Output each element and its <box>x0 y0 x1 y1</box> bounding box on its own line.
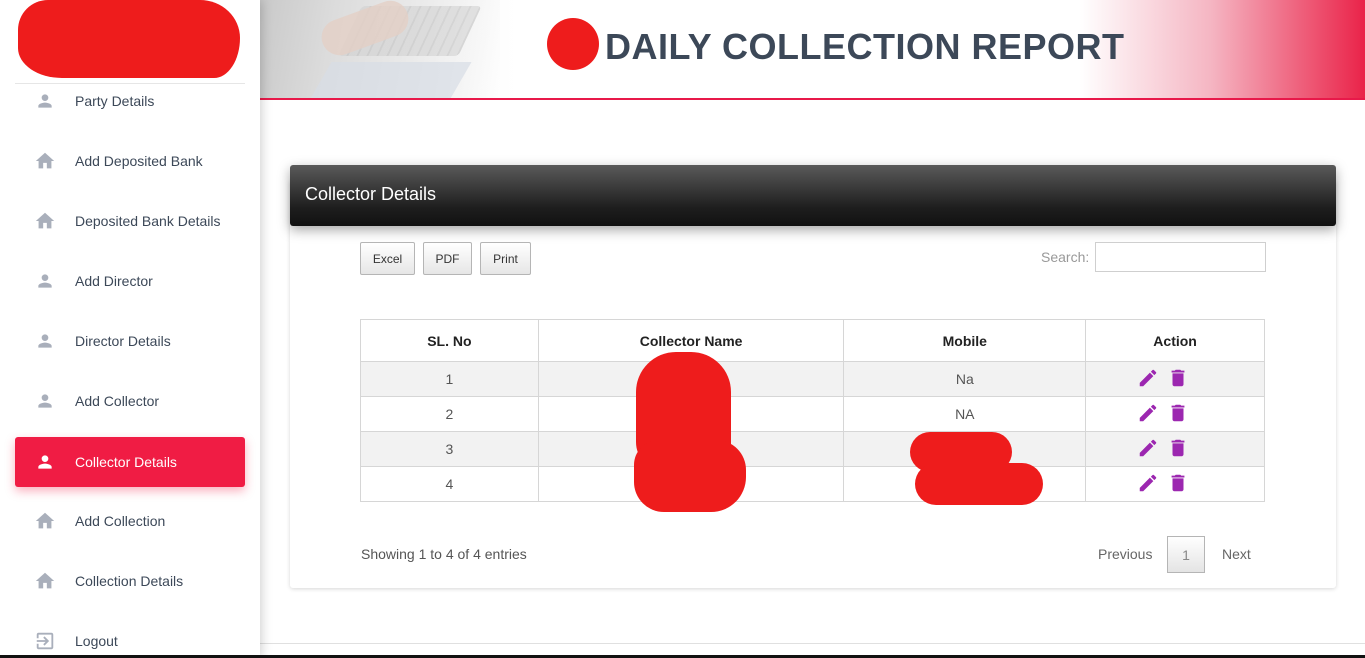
cell-action <box>1085 431 1265 467</box>
sidebar-item-label: Collection Details <box>75 573 184 589</box>
search-input[interactable] <box>1095 242 1266 272</box>
header-photo <box>260 0 500 98</box>
cell-action <box>1085 396 1265 432</box>
cell-sl-no: 3 <box>360 431 539 467</box>
column-header-mobile[interactable]: Mobile <box>843 319 1087 362</box>
home-icon <box>15 210 75 232</box>
cell-sl-no: 4 <box>360 466 539 502</box>
search-label: Search: <box>1041 249 1090 265</box>
home-icon <box>15 570 75 592</box>
redacted-mobile-block <box>915 463 1043 505</box>
sidebar-item-label: Deposited Bank Details <box>75 213 221 229</box>
person-icon <box>15 271 75 291</box>
delete-icon[interactable] <box>1167 472 1189 497</box>
table-header-row: SL. No Collector Name Mobile Action <box>360 319 1265 362</box>
redacted-logo <box>18 0 240 78</box>
sidebar-item-add-collector[interactable]: Add Collector <box>15 376 245 426</box>
card-title: Collector Details <box>305 184 437 204</box>
redacted-name-block <box>634 440 746 512</box>
header-banner: DAILY COLLECTION REPORT <box>260 0 1365 100</box>
home-icon <box>15 510 75 532</box>
cell-mobile: Na <box>843 361 1087 397</box>
page-title: DAILY COLLECTION REPORT <box>605 26 1125 67</box>
edit-icon[interactable] <box>1137 402 1159 427</box>
sidebar-item-add-collection[interactable]: Add Collection <box>15 496 245 546</box>
delete-icon[interactable] <box>1167 367 1189 392</box>
pdf-button[interactable]: PDF <box>423 242 472 275</box>
delete-icon[interactable] <box>1167 437 1189 462</box>
sidebar-item-party-details[interactable]: Party Details <box>15 76 245 126</box>
sidebar-item-label: Add Collection <box>75 513 166 529</box>
sidebar-item-add-director[interactable]: Add Director <box>15 256 245 306</box>
cell-action <box>1085 361 1265 397</box>
sidebar-item-collection-details[interactable]: Collection Details <box>15 556 245 606</box>
table-row: 3 <box>360 431 1265 467</box>
edit-icon[interactable] <box>1137 367 1159 392</box>
sidebar-item-label: Collector Details <box>75 454 177 470</box>
edit-icon[interactable] <box>1137 472 1159 497</box>
cell-sl-no: 1 <box>360 361 539 397</box>
person-icon <box>15 452 75 472</box>
person-icon <box>15 391 75 411</box>
sidebar-item-label: Add Collector <box>75 393 160 409</box>
sidebar-item-add-deposited-bank[interactable]: Add Deposited Bank <box>15 136 245 186</box>
sidebar: Party Details Add Deposited Bank Deposit… <box>0 0 260 658</box>
card-header: Collector Details <box>290 165 1336 226</box>
pagination-previous[interactable]: Previous <box>1098 546 1152 562</box>
cell-mobile: NA <box>843 396 1087 432</box>
sidebar-item-deposited-bank-details[interactable]: Deposited Bank Details <box>15 196 245 246</box>
pagination-page-1[interactable]: 1 <box>1167 536 1205 573</box>
column-header-action: Action <box>1085 319 1265 362</box>
sidebar-item-label: Party Details <box>75 93 155 109</box>
sidebar-item-label: Director Details <box>75 333 171 349</box>
logo-area <box>15 0 245 84</box>
sidebar-item-label: Logout <box>75 633 118 649</box>
sidebar-item-label: Add Deposited Bank <box>75 153 203 169</box>
sidebar-item-director-details[interactable]: Director Details <box>15 316 245 366</box>
sidebar-item-collector-details[interactable]: Collector Details <box>15 437 245 487</box>
table-row: 1 Na <box>360 361 1265 397</box>
collector-table: SL. No Collector Name Mobile Action 1 Na… <box>360 319 1265 502</box>
column-header-sl-no[interactable]: SL. No <box>360 319 539 362</box>
redacted-header-logo <box>547 18 599 70</box>
table-row: 4 <box>360 466 1265 502</box>
person-icon <box>15 331 75 351</box>
cell-sl-no: 2 <box>360 396 539 432</box>
print-button[interactable]: Print <box>480 242 531 275</box>
footer-divider <box>260 643 1365 644</box>
edit-icon[interactable] <box>1137 437 1159 462</box>
sidebar-item-label: Add Director <box>75 273 153 289</box>
delete-icon[interactable] <box>1167 402 1189 427</box>
cell-action <box>1085 466 1265 502</box>
person-icon <box>15 91 75 111</box>
logout-icon <box>15 630 75 652</box>
pagination-next[interactable]: Next <box>1222 546 1251 562</box>
sidebar-item-logout[interactable]: Logout <box>15 616 245 658</box>
excel-button[interactable]: Excel <box>360 242 415 275</box>
table-info: Showing 1 to 4 of 4 entries <box>361 546 527 562</box>
table-row: 2 NA <box>360 396 1265 432</box>
home-icon <box>15 150 75 172</box>
